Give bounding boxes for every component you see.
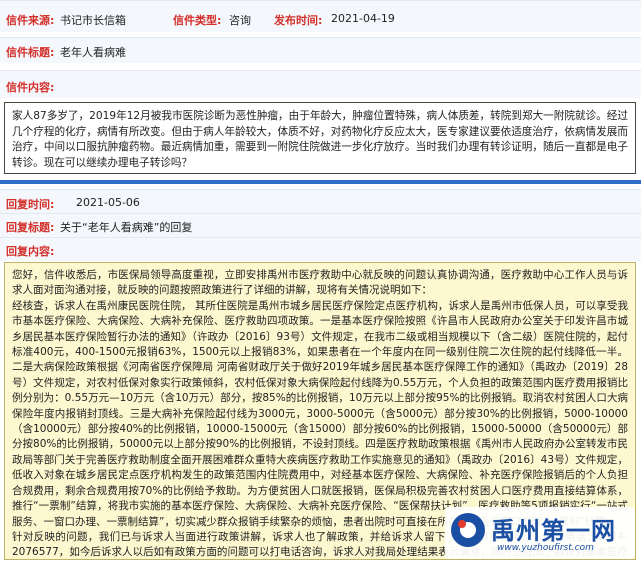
reply-time-label: 回复时间: [6, 198, 55, 211]
reply-title-label: 回复标题: [6, 221, 55, 234]
reply-content-label-row: 回复内容: [0, 237, 641, 261]
section-divider [0, 180, 641, 184]
letter-content-label-row: 信件内容: [0, 70, 641, 98]
site-logo-icon [451, 513, 485, 547]
reply-title-value: 关于“老年人看病难”的回复 [60, 221, 193, 234]
reply-content-label: 回复内容: [6, 245, 55, 258]
type-label: 信件类型: [173, 14, 222, 27]
reply-title-row: 回复标题: 关于“老年人看病难”的回复 [0, 213, 641, 237]
publish-time-label: 发布时间: [274, 14, 323, 27]
letter-title-value: 老年人看病难 [60, 46, 126, 59]
letter-content-box: 家人87多岁了，2019年12月被我市医院诊断为恶性肿瘤，由于年龄大，肿瘤位置特… [4, 102, 636, 174]
reply-time-row: 回复时间: 2021-05-06 [0, 189, 641, 213]
letter-title-label: 信件标题: [6, 46, 55, 59]
reply-paragraph-2: 经核查，诉求人在禹州康民医院住院， 其所住医院是禹州市城乡居民医疗保险定点医疗机… [12, 299, 628, 528]
watermark-title: 禹州第一网 [491, 517, 616, 545]
type-value: 咨询 [229, 14, 251, 27]
letter-content-text: 家人87多岁了，2019年12月被我市医院诊断为恶性肿瘤，由于年龄大，肿瘤位置特… [12, 110, 628, 169]
reply-time-value: 2021-05-06 [76, 196, 140, 209]
letter-content-label: 信件内容: [6, 81, 55, 94]
letter-meta-row: 信件来源: 书记市长信箱 信件类型: 咨询 发布时间: 2021-04-19 [0, 0, 641, 32]
publish-time-value: 2021-04-19 [331, 12, 395, 25]
watermark-url: www.yuzhoufirst.com [497, 543, 594, 553]
site-logo-dot [458, 520, 466, 528]
reply-paragraph-1: 您好，信件收悉后，市医保局领导高度重视，立即安排禹州市医疗救助中心就反映的问题认… [12, 269, 628, 297]
source-label: 信件来源: [6, 14, 55, 27]
site-watermark: 禹州第一网 www.yuzhoufirst.com [445, 507, 635, 559]
letter-title-row: 信件标题: 老年人看病难 [0, 37, 641, 63]
source-value: 书记市长信箱 [60, 14, 126, 27]
